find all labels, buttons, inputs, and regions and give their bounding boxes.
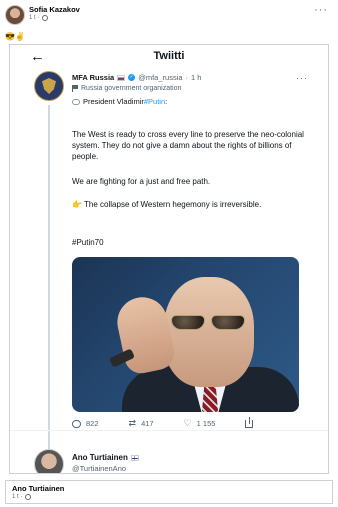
meta-separator: · xyxy=(37,15,40,21)
tweet-time[interactable]: 1 h xyxy=(191,73,201,82)
globe-icon xyxy=(24,494,31,500)
tweet-more-icon[interactable]: ··· xyxy=(296,73,308,83)
tweet-actions: 822 ⇄ 417 ♡ 1 155 xyxy=(72,416,302,429)
next-account-avatar[interactable] xyxy=(34,449,64,473)
speech-bubble-icon xyxy=(72,98,80,105)
shared-by-name[interactable]: Ano Turtiainen xyxy=(12,484,64,493)
tweet-intro-line: President Vladimir #Putin: xyxy=(72,97,167,106)
next-account-name[interactable]: Ano Turtiainen xyxy=(72,453,128,462)
photo-sunglasses xyxy=(171,315,251,331)
reply-button[interactable]: 822 xyxy=(72,419,99,428)
verified-badge-icon: ✓ xyxy=(128,74,136,81)
organization-label: Russia government organization xyxy=(72,85,181,92)
shared-by-separator: · xyxy=(20,494,23,500)
tweet-divider xyxy=(10,430,328,431)
like-button[interactable]: ♡ 1 155 xyxy=(183,418,216,429)
account-name[interactable]: MFA Russia xyxy=(72,73,114,82)
coat-of-arms-icon xyxy=(42,78,56,94)
share-button[interactable] xyxy=(245,416,254,428)
pointing-hand-icon: 👉 xyxy=(72,200,82,209)
organization-label-text: Russia government organization xyxy=(81,85,182,92)
page-title: Twiitti xyxy=(153,50,185,62)
header-separator: · xyxy=(185,73,189,82)
share-icon xyxy=(245,416,254,428)
intro-text: President Vladimir xyxy=(83,97,144,106)
putin70-hashtag-link[interactable]: #Putin70 xyxy=(72,237,307,248)
shared-by-meta: 1 t · xyxy=(12,494,31,500)
reply-icon xyxy=(72,419,81,428)
tweet-header: MFA Russia ✓ @mfa_russia · 1 h xyxy=(72,73,201,82)
author-avatar[interactable] xyxy=(5,5,25,25)
twitter-top-bar: ← Twiitti xyxy=(10,45,328,69)
retweet-button[interactable]: ⇄ 417 xyxy=(128,418,154,429)
intro-colon: : xyxy=(165,97,168,106)
photo-lens-right xyxy=(211,315,245,330)
tweet-photo[interactable] xyxy=(72,257,299,412)
post-meta: 1 t · xyxy=(29,15,48,21)
shared-by-time[interactable]: 1 t xyxy=(12,494,19,500)
shared-by-box: Ano Turtiainen 1 t · xyxy=(5,480,333,504)
more-options-icon[interactable]: ··· xyxy=(314,4,328,16)
account-handle[interactable]: @mfa_russia xyxy=(138,73,182,82)
putin-hashtag-link[interactable]: #Putin xyxy=(144,97,165,106)
flag-outline-icon xyxy=(72,85,78,92)
author-name[interactable]: Sofia Kazakov xyxy=(29,5,80,14)
tweet-paragraph-1: The West is ready to cross every line to… xyxy=(72,130,304,161)
thread-line xyxy=(48,105,50,450)
reply-count: 822 xyxy=(86,419,99,428)
tweet-paragraph-3-text: The collapse of Western hegemony is irre… xyxy=(84,200,262,209)
tweet-paragraph-2: We are fighting for a just and free path… xyxy=(72,177,211,186)
post-time[interactable]: 1 t xyxy=(29,15,36,21)
photo-lens-left xyxy=(171,315,205,330)
next-account-name-row: Ano Turtiainen xyxy=(72,453,139,462)
twitter-screenshot: ← Twiitti MFA Russia ✓ @mfa_russia · 1 h… xyxy=(9,44,329,474)
photo-head xyxy=(164,277,254,387)
next-account-handle[interactable]: @TurtiainenAno xyxy=(72,464,126,473)
like-count: 1 155 xyxy=(196,419,216,428)
tweet-paragraph-3: 👉 The collapse of Western hegemony is ir… xyxy=(72,199,307,210)
account-avatar[interactable] xyxy=(34,71,64,101)
retweet-icon: ⇄ xyxy=(128,418,137,428)
retweet-count: 417 xyxy=(141,419,154,428)
russia-flag-icon xyxy=(117,74,126,81)
globe-icon xyxy=(41,15,48,21)
heart-icon: ♡ xyxy=(183,418,192,428)
finland-flag-icon xyxy=(130,454,139,461)
post-text: 😎✌️ xyxy=(5,32,25,41)
